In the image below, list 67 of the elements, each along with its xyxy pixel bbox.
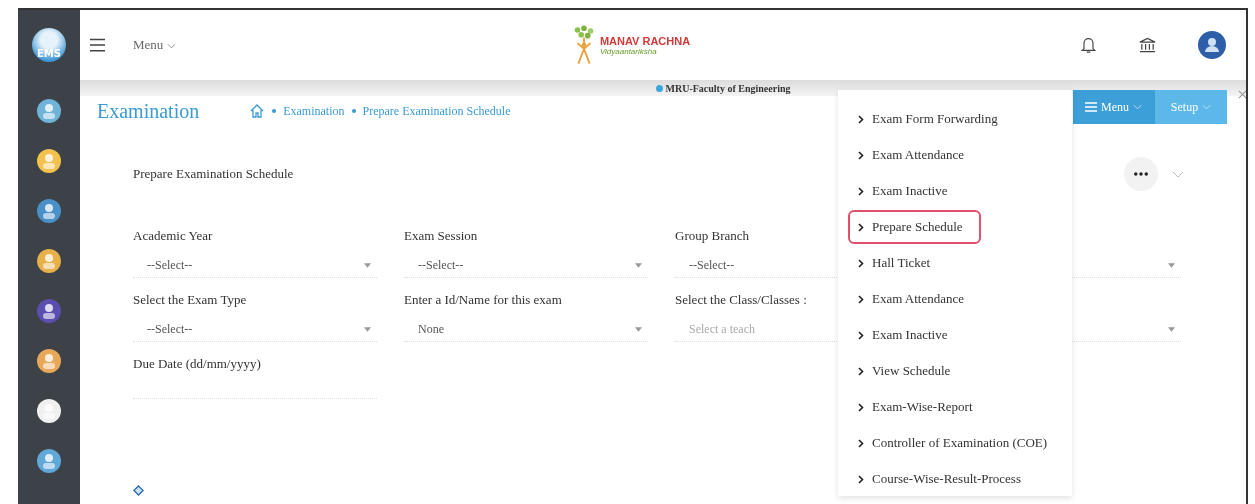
chevron-right-icon: [858, 222, 864, 232]
field-label: Select the Class/Classes :: [675, 292, 807, 308]
campus-label: MRU-Faculty of Engineering: [655, 80, 791, 96]
brand-tagline: Vidyaantariksha: [599, 46, 658, 56]
dropdown-arrow-icon: [1168, 327, 1175, 332]
ellipsis-icon: [1134, 172, 1148, 176]
select-field[interactable]: --Select--: [404, 258, 648, 278]
menu-item[interactable]: View Schedule: [848, 354, 969, 388]
module-icon[interactable]: [36, 348, 62, 374]
menu-item[interactable]: Controller of Examination (COE): [848, 426, 1066, 460]
separator-dot-icon: [351, 109, 356, 113]
field-label: Due Date (dd/mm/yyyy): [133, 356, 261, 372]
chevron-right-icon: [858, 402, 864, 412]
menu-icon[interactable]: [90, 38, 105, 52]
dropdown-arrow-icon: [364, 327, 371, 332]
chevron-down-icon: [166, 43, 176, 49]
home-icon[interactable]: [249, 103, 266, 119]
chevron-right-icon: [858, 150, 864, 160]
module-icon[interactable]: [36, 98, 62, 124]
field-label: Group Branch: [675, 228, 749, 244]
chevron-right-icon: [858, 294, 864, 304]
field-label: Exam Session: [404, 228, 478, 244]
dropdown-arrow-icon: [1168, 263, 1175, 268]
select-field[interactable]: --Select--: [133, 322, 377, 342]
menu-item[interactable]: Exam Attendance: [848, 282, 983, 316]
chevron-right-icon: [858, 258, 864, 268]
field-label: Select the Exam Type: [133, 292, 247, 308]
chevron-right-icon: [858, 366, 864, 376]
brand-name: MANAV RACHNA: [599, 34, 691, 47]
menu-item[interactable]: Hall Ticket: [848, 246, 949, 280]
module-icon[interactable]: [36, 298, 62, 324]
menu-icon: [1085, 102, 1097, 112]
dropdown-arrow-icon: [635, 263, 642, 268]
menu-item[interactable]: Course-Wise-Result-Process: [848, 462, 1039, 496]
chevron-down-icon: [1202, 104, 1212, 110]
avatar-icon[interactable]: [1198, 31, 1226, 59]
menu-item[interactable]: Prepare Schedule: [848, 210, 981, 244]
field-label: Enter a Id/Name for this exam: [404, 292, 562, 308]
chevron-right-icon: [858, 330, 864, 340]
menu-item[interactable]: Exam Inactive: [848, 174, 966, 208]
more-options-button[interactable]: [1124, 157, 1158, 191]
chevron-right-icon: [858, 474, 864, 484]
chevron-down-icon: [1133, 104, 1142, 110]
menu-item[interactable]: Exam-Wise-Report: [848, 390, 991, 424]
menu-item[interactable]: Exam Form Forwarding: [848, 102, 1016, 136]
module-icon[interactable]: [36, 398, 62, 424]
chevron-right-icon: [858, 114, 864, 124]
chevron-right-icon: [858, 186, 864, 196]
card-title: Prepare Examination Schedule: [133, 166, 294, 182]
module-icon[interactable]: [36, 448, 62, 474]
module-icon[interactable]: [36, 148, 62, 174]
page-title: Examination: [97, 99, 200, 123]
separator-dot-icon: [272, 109, 277, 113]
field-label: Academic Year: [133, 228, 213, 244]
dropdown-arrow-icon: [364, 263, 371, 268]
close-icon[interactable]: [1238, 90, 1246, 99]
menu-dropdown[interactable]: Menu: [133, 37, 176, 53]
select-field[interactable]: None: [404, 322, 648, 342]
bell-icon[interactable]: [1080, 36, 1097, 54]
menu-item[interactable]: Exam Attendance: [848, 138, 983, 172]
dropdown-arrow-icon: [635, 327, 642, 332]
bank-icon[interactable]: [1139, 36, 1156, 54]
module-icon[interactable]: [36, 198, 62, 224]
chevron-right-icon: [858, 438, 864, 448]
module-icon[interactable]: [36, 248, 62, 274]
select-field[interactable]: --Select--: [133, 258, 377, 278]
diamond-icon[interactable]: [133, 485, 144, 496]
